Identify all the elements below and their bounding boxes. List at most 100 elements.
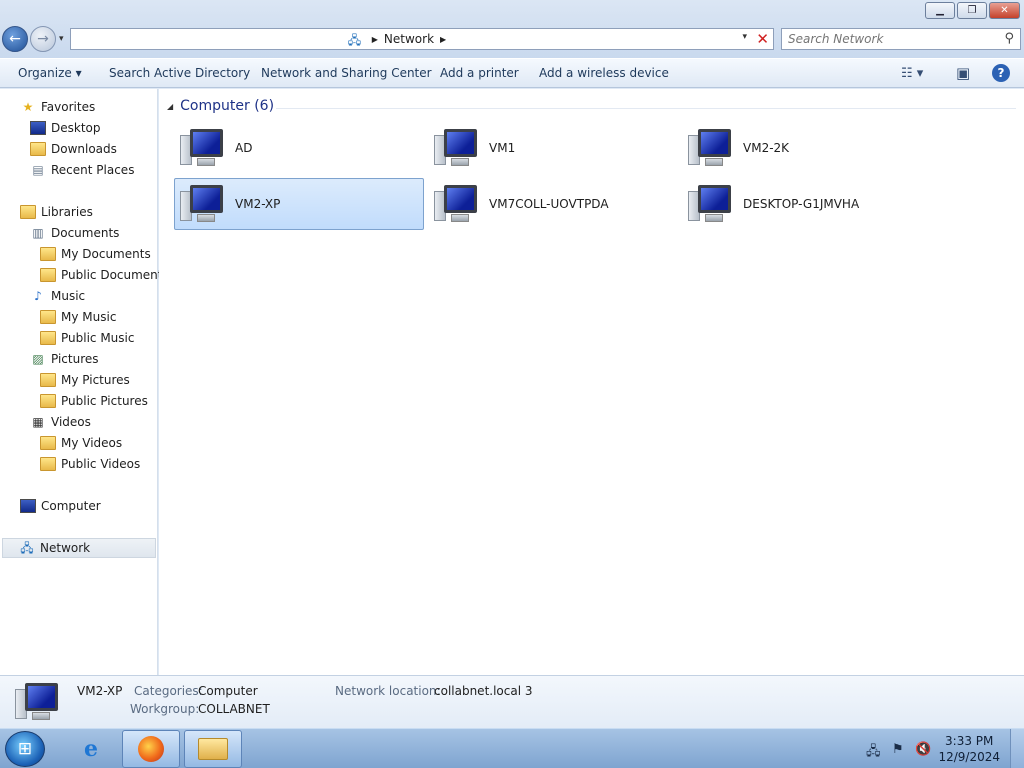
downloads-folder-icon (30, 142, 46, 156)
nav-public-videos[interactable]: Public Videos (40, 454, 140, 474)
network-sharing-center-button[interactable]: Network and Sharing Center (261, 66, 432, 80)
organize-button[interactable]: Organize ▾ (18, 66, 82, 80)
details-location-label: Network location: (335, 684, 441, 698)
nav-my-pictures[interactable]: My Pictures (40, 370, 130, 390)
folder-icon (40, 331, 56, 345)
details-workgroup-label: Workgroup: (130, 702, 200, 716)
address-bar[interactable]: 🖧 ▶ Network ▶ ▾ ✕ (70, 28, 774, 50)
search-input[interactable] (788, 32, 998, 46)
libraries-icon (20, 205, 36, 219)
computer-item-label: VM2-2K (743, 141, 790, 155)
clock-time: 3:33 PM (945, 734, 994, 748)
nav-my-documents[interactable]: My Documents (40, 244, 151, 264)
nav-my-music[interactable]: My Music (40, 307, 116, 327)
folder-icon (40, 310, 56, 324)
volume-muted-icon[interactable]: 🔇 (915, 742, 931, 757)
network-icon: 🖧 (347, 33, 362, 47)
pictures-icon: ▨ (32, 352, 44, 366)
breadcrumb-arrow-icon[interactable]: ▶ (372, 35, 378, 44)
nav-libraries[interactable]: Libraries (20, 202, 93, 222)
search-icon[interactable]: ⚲ (1004, 31, 1014, 46)
action-center-flag-icon[interactable]: ⚑ (892, 742, 904, 757)
start-button[interactable]: ⊞ (5, 731, 45, 767)
folder-icon (40, 436, 56, 450)
computer-icon (179, 126, 227, 170)
desktop-icon (30, 121, 46, 135)
help-icon[interactable]: ? (992, 64, 1010, 82)
preview-pane-icon[interactable]: ▣ (956, 64, 970, 82)
computer-icon (14, 680, 62, 724)
maximize-button[interactable]: ❐ (957, 2, 987, 19)
clock-date: 12/9/2024 (938, 750, 1000, 764)
breadcrumb-network[interactable]: Network (384, 32, 434, 46)
computer-item-label: DESKTOP-G1JMVHA (743, 197, 860, 211)
computer-icon (433, 182, 481, 226)
window-controls: ▁ ❐ ✕ (925, 2, 1020, 19)
file-list: ◢ Computer (6) AD VM1 VM2-2K VM2-XP VM7C… (159, 89, 1024, 675)
recent-places-icon: ▤ (32, 163, 44, 177)
add-wireless-device-button[interactable]: Add a wireless device (539, 66, 669, 80)
search-box[interactable]: ⚲ (781, 28, 1021, 50)
computer-item[interactable]: VM7COLL-UOVTPDA (428, 178, 678, 230)
nav-music[interactable]: ♪ Music (30, 286, 85, 306)
nav-favorites[interactable]: ★ Favorites (20, 97, 96, 117)
computer-item-label: VM2-XP (235, 197, 281, 211)
search-active-directory-button[interactable]: Search Active Directory (109, 66, 250, 80)
computer-item-label: AD (235, 141, 253, 155)
address-dropdown-icon[interactable]: ▾ (742, 32, 747, 42)
computer-icon (20, 499, 36, 513)
computer-icon (687, 126, 735, 170)
music-note-icon: ♪ (34, 289, 42, 303)
network-icon: 🖧 (20, 541, 34, 555)
computer-item-selected[interactable]: VM2-XP (174, 178, 424, 230)
stop-icon[interactable]: ✕ (756, 30, 769, 48)
computer-icon (433, 126, 481, 170)
explorer-folder-icon (198, 738, 228, 760)
folder-icon (40, 457, 56, 471)
network-tray-icon[interactable]: 🖧 (866, 742, 881, 764)
computer-item[interactable]: VM1 (428, 122, 678, 174)
forward-button[interactable]: → (30, 26, 56, 52)
computer-item-label: VM1 (489, 141, 516, 155)
nav-documents[interactable]: ▥ Documents (30, 223, 119, 243)
minimize-button[interactable]: ▁ (925, 2, 955, 19)
details-name: VM2-XP (77, 684, 123, 698)
nav-public-pictures[interactable]: Public Pictures (40, 391, 148, 411)
details-pane: VM2-XP Categories: Computer Workgroup: C… (0, 675, 1024, 728)
computer-item[interactable]: DESKTOP-G1JMVHA (682, 178, 932, 230)
collapse-triangle-icon[interactable]: ◢ (167, 102, 173, 111)
nav-videos[interactable]: ▦ Videos (30, 412, 91, 432)
computer-item[interactable]: VM2-2K (682, 122, 932, 174)
details-location-value: collabnet.local 3 (434, 684, 533, 698)
add-printer-button[interactable]: Add a printer (440, 66, 519, 80)
close-button[interactable]: ✕ (989, 2, 1020, 19)
nav-my-videos[interactable]: My Videos (40, 433, 122, 453)
internet-explorer-button[interactable]: e (62, 730, 120, 768)
details-categories-value: Computer (198, 684, 258, 698)
firefox-icon (138, 736, 164, 762)
windows-explorer-button[interactable] (184, 730, 242, 768)
breadcrumb-arrow-icon[interactable]: ▶ (440, 35, 446, 44)
back-button[interactable]: ← (2, 26, 28, 52)
recent-pages-dropdown[interactable]: ▾ (59, 34, 64, 44)
nav-downloads[interactable]: Downloads (30, 139, 117, 159)
clock[interactable]: 3:33 PM 12/9/2024 (938, 733, 1000, 765)
folder-icon (40, 247, 56, 261)
group-header[interactable]: ◢ Computer (6) (167, 98, 274, 114)
firefox-button[interactable] (122, 730, 180, 768)
change-view-icon[interactable]: ☷ ▾ (901, 66, 923, 81)
computer-icon (179, 182, 227, 226)
nav-pictures[interactable]: ▨ Pictures (30, 349, 98, 369)
show-desktop-button[interactable] (1010, 729, 1024, 768)
computer-item[interactable]: AD (174, 122, 424, 174)
nav-public-documents[interactable]: Public Documents (40, 265, 169, 285)
nav-desktop[interactable]: Desktop (30, 118, 101, 138)
nav-public-music[interactable]: Public Music (40, 328, 134, 348)
nav-recent-places[interactable]: ▤ Recent Places (30, 160, 134, 180)
documents-icon: ▥ (32, 226, 44, 240)
navigation-pane: ★ Favorites Desktop Downloads ▤ Recent Pla… (0, 89, 169, 675)
folder-icon (40, 373, 56, 387)
internet-explorer-icon: e (84, 736, 98, 762)
nav-computer[interactable]: Computer (20, 496, 101, 516)
nav-network[interactable]: 🖧 Network (2, 538, 156, 558)
